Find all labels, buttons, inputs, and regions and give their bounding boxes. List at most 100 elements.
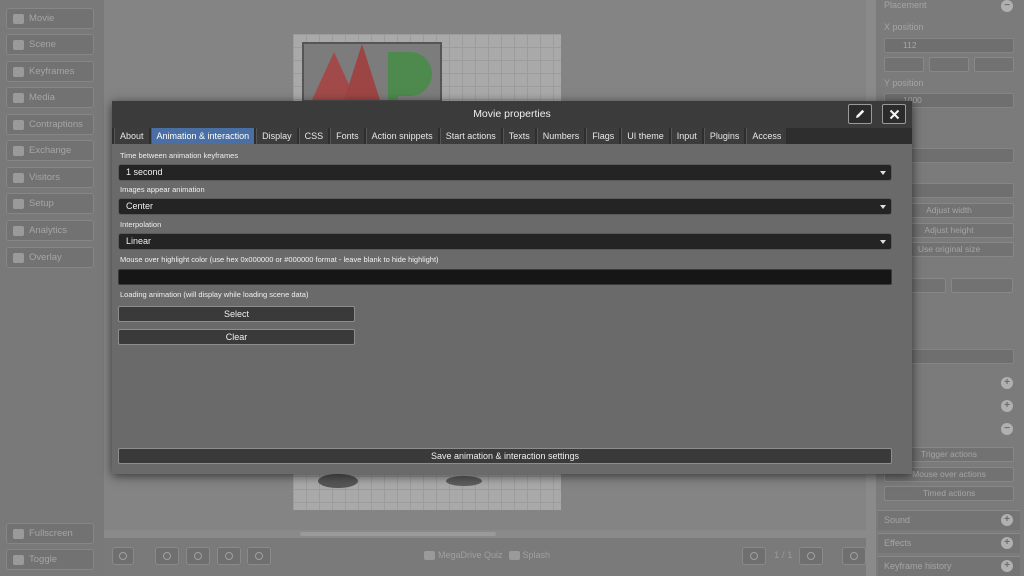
- highlight-color-label: Mouse over highlight color (use hex 0x00…: [120, 255, 439, 264]
- scene-layout-button[interactable]: [112, 547, 134, 565]
- fullscreen-button[interactable]: Fullscreen: [6, 523, 94, 544]
- zoom-out-button[interactable]: [186, 547, 210, 565]
- tab-plugins[interactable]: Plugins: [703, 128, 745, 144]
- film-icon: [13, 13, 24, 24]
- sidebar-item-label: Keyframes: [29, 66, 75, 77]
- left-sidebar: Movie Scene Keyframes Media Contraptions…: [0, 0, 104, 576]
- pencil-icon: [856, 109, 865, 118]
- sidebar-item-contraptions[interactable]: Contraptions: [6, 114, 94, 135]
- scene-tab-label: Splash: [522, 550, 551, 560]
- zoom-out-icon: [194, 552, 202, 560]
- keyframe-time-select[interactable]: 1 second: [118, 164, 892, 181]
- stage-shape[interactable]: [318, 474, 358, 488]
- sidebar-item-exchange[interactable]: Exchange: [6, 140, 94, 161]
- tab-bar: About Animation & interaction Display CS…: [112, 128, 912, 144]
- save-settings-button[interactable]: Save animation & interaction settings: [118, 448, 892, 464]
- toggle-label: Toggle: [29, 554, 57, 565]
- sound-section[interactable]: Sound: [878, 510, 1020, 530]
- sidebar-item-label: Movie: [29, 13, 55, 24]
- move-up-button[interactable]: [951, 278, 1013, 293]
- appear-animation-select[interactable]: Center: [118, 198, 892, 215]
- next-page-button[interactable]: [799, 547, 823, 565]
- horizontal-scrollbar[interactable]: [300, 532, 496, 536]
- add-icon[interactable]: +: [1001, 537, 1013, 549]
- image-icon: [13, 92, 24, 103]
- sidebar-item-visitors[interactable]: Visitors: [6, 167, 94, 188]
- tab-fonts[interactable]: Fonts: [330, 128, 364, 144]
- highlight-color-input[interactable]: [118, 269, 892, 285]
- edit-button[interactable]: [848, 104, 872, 124]
- align-left-button[interactable]: [884, 57, 924, 72]
- clear-button[interactable]: Clear: [118, 329, 355, 345]
- play-button[interactable]: [842, 547, 866, 565]
- crop-button[interactable]: [217, 547, 241, 565]
- exchange-icon: [13, 145, 24, 156]
- logo-image[interactable]: [302, 42, 442, 102]
- sidebar-item-label: Setup: [29, 198, 54, 209]
- movie-properties-dialog: Movie properties About Animation & inter…: [112, 101, 912, 474]
- chevron-right-icon: [807, 552, 815, 560]
- crop-icon: [225, 552, 233, 560]
- play-icon: [850, 552, 858, 560]
- sidebar-item-analytics[interactable]: Analytics: [6, 220, 94, 241]
- add-icon[interactable]: +: [1001, 560, 1013, 572]
- tab-animation-interaction[interactable]: Animation & interaction: [150, 128, 255, 144]
- zoom-in-icon: [163, 552, 171, 560]
- chevron-down-icon: [880, 171, 886, 175]
- add-icon[interactable]: +: [1001, 377, 1013, 389]
- scene-tab[interactable]: MegaDrive Quiz: [424, 550, 503, 561]
- add-icon[interactable]: +: [1001, 514, 1013, 526]
- select-button[interactable]: Select: [118, 306, 355, 322]
- collapse-icon[interactable]: −: [1001, 0, 1013, 12]
- align-right-button[interactable]: [974, 57, 1014, 72]
- timed-actions-button[interactable]: Timed actions: [884, 486, 1014, 501]
- interpolation-select[interactable]: Linear: [118, 233, 892, 250]
- sidebar-item-overlay[interactable]: Overlay: [6, 247, 94, 268]
- logo-d-shape: [388, 52, 432, 96]
- sidebar-item-setup[interactable]: Setup: [6, 193, 94, 214]
- tab-display[interactable]: Display: [256, 128, 297, 144]
- close-button[interactable]: [882, 104, 906, 124]
- scene-icon: [13, 39, 24, 50]
- tab-access[interactable]: Access: [746, 128, 787, 144]
- add-icon[interactable]: +: [1001, 400, 1013, 412]
- sidebar-item-scene[interactable]: Scene: [6, 34, 94, 55]
- tab-ui-theme[interactable]: UI theme: [621, 128, 669, 144]
- remove-icon[interactable]: −: [1001, 423, 1013, 435]
- tab-texts[interactable]: Texts: [502, 128, 535, 144]
- sidebar-item-media[interactable]: Media: [6, 87, 94, 108]
- arrows-horizontal-icon: [13, 554, 24, 565]
- tab-flags[interactable]: Flags: [586, 128, 620, 144]
- align-center-button[interactable]: [929, 57, 969, 72]
- interpolation-value: Linear: [126, 236, 152, 246]
- more-button[interactable]: [247, 547, 271, 565]
- keyframe-time-value: 1 second: [126, 167, 163, 177]
- tab-action-snippets[interactable]: Action snippets: [365, 128, 438, 144]
- x-position-input[interactable]: 112: [884, 38, 1014, 53]
- expand-icon: [13, 528, 24, 539]
- keyframe-history-section[interactable]: Keyframe history: [878, 556, 1020, 576]
- scene-tab[interactable]: Splash: [508, 550, 551, 561]
- effects-label: Effects: [884, 538, 912, 548]
- sidebar-item-label: Analytics: [29, 225, 68, 236]
- layout-icon: [119, 552, 127, 560]
- overlay-icon: [13, 252, 24, 263]
- sidebar-item-label: Visitors: [29, 172, 60, 183]
- gears-icon: [13, 119, 24, 130]
- stage-shape[interactable]: [446, 476, 482, 486]
- tab-numbers[interactable]: Numbers: [536, 128, 585, 144]
- tab-input[interactable]: Input: [670, 128, 702, 144]
- logo-m-shape: [344, 44, 380, 100]
- tab-about[interactable]: About: [114, 128, 149, 144]
- sidebar-item-keyframes[interactable]: Keyframes: [6, 61, 94, 82]
- toggle-button[interactable]: Toggle: [6, 549, 94, 570]
- tab-start-actions[interactable]: Start actions: [439, 128, 501, 144]
- sidebar-item-label: Contraptions: [29, 119, 83, 130]
- appear-animation-value: Center: [126, 201, 154, 211]
- tab-css[interactable]: CSS: [298, 128, 329, 144]
- zoom-in-button[interactable]: [155, 547, 179, 565]
- effects-section[interactable]: Effects: [878, 533, 1020, 553]
- appear-animation-label: Images appear animation: [120, 185, 205, 194]
- sidebar-item-movie[interactable]: Movie: [6, 8, 94, 29]
- prev-page-button[interactable]: [742, 547, 766, 565]
